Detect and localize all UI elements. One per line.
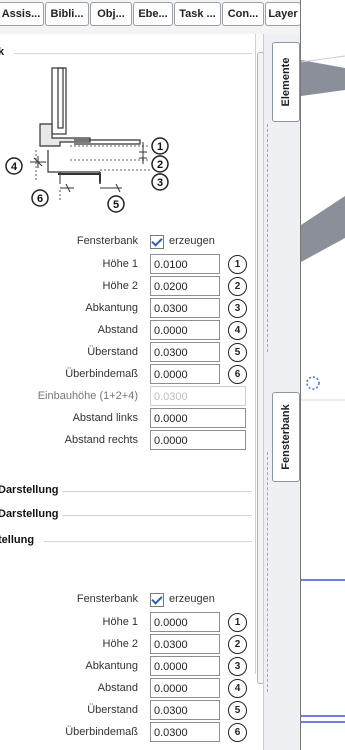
tab-task[interactable]: Task ... (174, 2, 221, 26)
section-title: k (0, 46, 5, 58)
field-label: Überstand (87, 704, 138, 716)
diagram-num-1: 1 (157, 141, 163, 153)
dimension-number-icon: 5 (228, 343, 247, 362)
field-label: Höhe 1 (102, 616, 138, 628)
properties-panel: k 1 2 3 4 5 6 Fensterbank erzeugen Höhe … (0, 34, 262, 750)
value-input[interactable]: 0.0300 (150, 722, 220, 742)
tab-ebenen[interactable]: Ebe... (133, 2, 173, 26)
tab-bar: Assis... Bibli... Obj... Ebe... Task ... Con.… (0, 0, 301, 35)
field-label: Abstand (97, 324, 138, 336)
ruler-lower (267, 452, 269, 692)
field-label: Einbauhöhe (1+2+4) (37, 390, 138, 402)
fensterbank-label: Fensterbank (76, 593, 138, 605)
dimension-number-icon: 5 (228, 701, 247, 720)
value-input[interactable]: 0.0300 (150, 342, 220, 362)
group-divider (62, 515, 252, 516)
dimension-number-icon: 1 (228, 613, 247, 632)
group-darstellung-1[interactable]: Darstellung (0, 484, 59, 496)
field-label: Überstand (87, 346, 138, 358)
dimension-number-icon: 3 (228, 657, 247, 676)
value-input[interactable]: 0.0300 (150, 700, 220, 720)
dimension-number-icon: 4 (228, 321, 247, 340)
tab-fensterbank[interactable]: Fensterbank (272, 392, 300, 482)
field-label: Abstand links (72, 412, 138, 424)
viewport-drawing (301, 55, 345, 723)
value-input[interactable]: 0.0100 (150, 254, 220, 274)
group-divider (44, 541, 252, 542)
fensterbank-diagram: 1 2 3 4 5 6 (5, 67, 169, 213)
tab-elemente[interactable]: Elemente (272, 42, 300, 122)
dimension-number-icon: 6 (228, 723, 247, 742)
dimension-number-icon: 2 (228, 277, 247, 296)
dimension-number-icon: 3 (228, 299, 247, 318)
erzeugen-label: erzeugen (169, 593, 215, 605)
value-input[interactable]: 0.0000 (150, 408, 246, 428)
value-input[interactable]: 0.0000 (150, 678, 220, 698)
dimension-number-icon: 1 (228, 255, 247, 274)
diagram-num-2: 2 (157, 159, 163, 171)
value-input[interactable]: 0.0000 (150, 612, 220, 632)
value-input[interactable]: 0.0300 (150, 634, 220, 654)
value-input[interactable]: 0.0000 (150, 656, 220, 676)
section-divider (14, 53, 252, 54)
tab-assistent[interactable]: Assis... (0, 2, 44, 26)
value-input: 0.0300 (150, 386, 246, 406)
diagram-num-6: 6 (37, 193, 43, 205)
dimension-number-icon: 4 (228, 679, 247, 698)
ruler-upper (267, 124, 269, 352)
erzeugen-checkbox[interactable] (150, 593, 164, 607)
field-label: Abkantung (85, 660, 138, 672)
group-darstellung-2[interactable]: Darstellung (0, 508, 59, 520)
tab-objekte[interactable]: Obj... (90, 2, 132, 26)
diagram-num-3: 3 (157, 177, 163, 189)
tab-bibliothek[interactable]: Bibli... (45, 2, 89, 26)
field-label: Abkantung (85, 302, 138, 314)
diagram-num-5: 5 (113, 199, 119, 211)
value-input[interactable]: 0.0000 (150, 364, 220, 384)
fensterbank-label: Fensterbank (76, 235, 138, 247)
field-label: Höhe 2 (102, 638, 138, 650)
group-darstellung-3[interactable]: tellung (0, 534, 34, 546)
dimension-number-icon: 6 (228, 365, 247, 384)
value-input[interactable]: 0.0000 (150, 320, 220, 340)
group-divider (62, 491, 252, 492)
value-input[interactable]: 0.0300 (150, 298, 220, 318)
dimension-number-icon: 2 (228, 635, 247, 654)
tab-connect[interactable]: Con... (222, 2, 264, 26)
value-input[interactable]: 0.0000 (150, 430, 246, 450)
value-input[interactable]: 0.0200 (150, 276, 220, 296)
field-label: Überbindemaß (65, 368, 138, 380)
diagram-num-4: 4 (11, 161, 18, 173)
erzeugen-label: erzeugen (169, 235, 215, 247)
field-label: Abstand (97, 682, 138, 694)
tab-layer[interactable]: Layer (265, 2, 301, 26)
cad-viewport[interactable] (301, 0, 345, 750)
field-label: Überbindemaß (65, 726, 138, 738)
erzeugen-checkbox[interactable] (150, 235, 164, 249)
field-label: Höhe 2 (102, 280, 138, 292)
field-label: Höhe 1 (102, 258, 138, 270)
field-label: Abstand rechts (64, 434, 138, 446)
